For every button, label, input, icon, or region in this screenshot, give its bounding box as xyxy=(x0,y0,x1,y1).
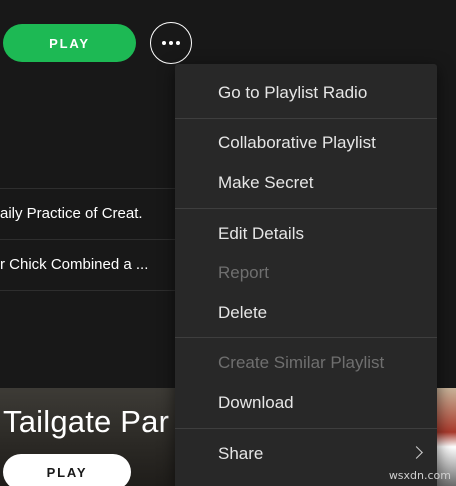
track-divider xyxy=(0,188,176,189)
menu-item-share[interactable]: Share xyxy=(175,436,437,472)
menu-item-make-secret[interactable]: Make Secret xyxy=(175,165,437,201)
watermark: wsxdn.com xyxy=(388,469,451,482)
menu-item-report: Report xyxy=(218,263,270,282)
menu-item-share-label: Share xyxy=(218,444,264,463)
more-options-button[interactable] xyxy=(150,22,192,64)
play-button[interactable]: PLAY xyxy=(3,24,136,62)
track-title-text: aily Practice of Creat. xyxy=(0,205,143,222)
track-title-text: r Chick Combined a ... xyxy=(0,256,149,273)
card-title: Tailgate Par xyxy=(3,404,170,439)
ellipsis-icon xyxy=(162,41,180,45)
chevron-right-icon xyxy=(410,446,423,459)
menu-item-download[interactable]: Download xyxy=(175,385,437,421)
track-divider xyxy=(0,239,176,240)
track-divider xyxy=(0,290,176,291)
menu-item-go-to-playlist-radio[interactable]: Go to Playlist Radio xyxy=(175,75,437,111)
menu-separator xyxy=(175,428,437,429)
menu-separator xyxy=(175,337,437,338)
menu-separator xyxy=(175,208,437,209)
track-row-2-title[interactable]: r Chick Combined a ... xyxy=(0,255,178,275)
menu-item-collaborative-playlist[interactable]: Collaborative Playlist xyxy=(175,125,437,161)
menu-item-edit-details[interactable]: Edit Details xyxy=(175,216,437,252)
track-row-1-title[interactable]: aily Practice of Creat. xyxy=(0,204,178,224)
card-play-button[interactable]: PLAY xyxy=(3,454,131,486)
context-menu: Go to Playlist Radio Collaborative Playl… xyxy=(175,64,437,486)
menu-item-delete[interactable]: Delete xyxy=(175,295,437,331)
menu-separator xyxy=(175,118,437,119)
menu-item-create-similar-playlist: Create Similar Playlist xyxy=(218,353,385,372)
app-view: PLAY aily Practice of Creat. r Chick Com… xyxy=(0,0,456,486)
